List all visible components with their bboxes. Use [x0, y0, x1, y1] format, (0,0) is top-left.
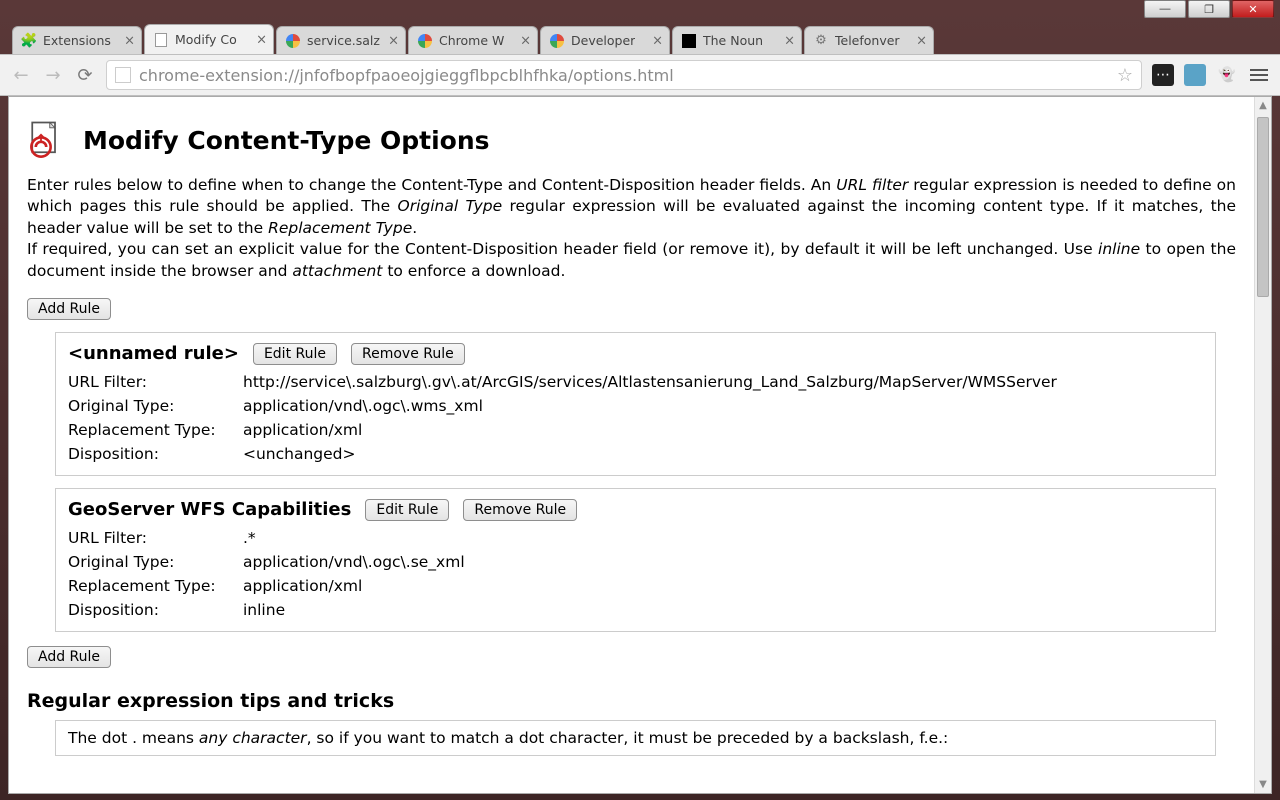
bookmark-star-icon[interactable]: ☆ [1117, 65, 1133, 86]
square-icon [681, 33, 697, 49]
address-bar[interactable]: chrome-extension://jnfofbopfpaoeojgieggf… [106, 60, 1142, 90]
extension-icon[interactable]: ⋯ [1152, 64, 1174, 86]
label-disposition: Disposition: [68, 601, 243, 619]
window-frame: — ❐ ✕ 🧩 Extensions × Modify Co × service… [0, 0, 1280, 800]
tips-box: The dot . means any character, so if you… [55, 720, 1216, 756]
rule-header: GeoServer WFS Capabilities Edit Rule Rem… [68, 499, 1203, 521]
vertical-scrollbar[interactable]: ▲ ▼ [1254, 97, 1271, 793]
value-disposition: inline [243, 601, 1203, 619]
rule-box: GeoServer WFS Capabilities Edit Rule Rem… [55, 488, 1216, 632]
back-button[interactable]: ← [10, 64, 32, 86]
rule-name: GeoServer WFS Capabilities [68, 499, 351, 520]
extension-logo-icon [27, 119, 69, 161]
page-viewport: ▲ ▼ Modify Content-Type Options [8, 96, 1272, 794]
browser-tab[interactable]: 🧩 Extensions × [12, 26, 142, 54]
tab-label: The Noun [703, 33, 763, 48]
browser-tab[interactable]: Developer × [540, 26, 670, 54]
globe-icon [285, 33, 301, 49]
scroll-thumb[interactable] [1257, 117, 1269, 297]
label-replacement-type: Replacement Type: [68, 421, 243, 439]
window-close-button[interactable]: ✕ [1232, 0, 1274, 18]
scroll-down-icon[interactable]: ▼ [1255, 776, 1271, 793]
titlebar: — ❐ ✕ [0, 0, 1280, 24]
rule-grid: URL Filter: http://service\.salzburg\.gv… [68, 373, 1203, 463]
label-replacement-type: Replacement Type: [68, 577, 243, 595]
close-icon[interactable]: × [520, 33, 531, 48]
tab-label: Telefonver [835, 33, 900, 48]
toolbar: ← → ⟳ chrome-extension://jnfofbopfpaoeoj… [0, 55, 1280, 95]
chrome-chrome: ← → ⟳ chrome-extension://jnfofbopfpaoeoj… [0, 54, 1280, 96]
tab-label: Modify Co [175, 32, 237, 47]
extension-icon[interactable] [1184, 64, 1206, 86]
close-icon[interactable]: × [784, 33, 795, 48]
document-icon [153, 32, 169, 48]
chrome-menu-button[interactable] [1248, 64, 1270, 86]
label-url-filter: URL Filter: [68, 373, 243, 391]
edit-rule-button[interactable]: Edit Rule [253, 343, 337, 365]
scroll-up-icon[interactable]: ▲ [1255, 97, 1271, 114]
rule-grid: URL Filter: .* Original Type: applicatio… [68, 529, 1203, 619]
reload-button[interactable]: ⟳ [74, 64, 96, 86]
page-content: Modify Content-Type Options Enter rules … [9, 97, 1254, 793]
page-header: Modify Content-Type Options [27, 119, 1236, 161]
close-icon[interactable]: × [256, 32, 267, 47]
add-rule-button[interactable]: Add Rule [27, 646, 111, 668]
tab-label: Developer [571, 33, 635, 48]
intro-text: Enter rules below to define when to chan… [27, 175, 1236, 282]
browser-tab-active[interactable]: Modify Co × [144, 24, 274, 54]
browser-tab[interactable]: ⚙ Telefonver × [804, 26, 934, 54]
tab-label: Chrome W [439, 33, 504, 48]
tab-label: service.salz [307, 33, 380, 48]
extension-icon[interactable]: 👻 [1216, 64, 1238, 86]
value-url-filter: http://service\.salzburg\.gv\.at/ArcGIS/… [243, 373, 1203, 391]
value-url-filter: .* [243, 529, 1203, 547]
close-icon[interactable]: × [916, 33, 927, 48]
close-icon[interactable]: × [124, 33, 135, 48]
globe-icon [549, 33, 565, 49]
label-url-filter: URL Filter: [68, 529, 243, 547]
menu-icon [1250, 69, 1268, 81]
rule-name: <unnamed rule> [68, 343, 239, 364]
remove-rule-button[interactable]: Remove Rule [351, 343, 465, 365]
rule-header: <unnamed rule> Edit Rule Remove Rule [68, 343, 1203, 365]
tab-label: Extensions [43, 33, 111, 48]
label-original-type: Original Type: [68, 553, 243, 571]
url-text: chrome-extension://jnfofbopfpaoeojgieggf… [139, 66, 674, 85]
window-minimize-button[interactable]: — [1144, 0, 1186, 18]
close-icon[interactable]: × [652, 33, 663, 48]
close-icon[interactable]: × [388, 33, 399, 48]
page-icon [115, 67, 131, 83]
value-disposition: <unchanged> [243, 445, 1203, 463]
page-title: Modify Content-Type Options [83, 126, 490, 155]
puzzle-icon: 🧩 [21, 33, 37, 49]
value-original-type: application/vnd\.ogc\.wms_xml [243, 397, 1203, 415]
tab-strip: 🧩 Extensions × Modify Co × service.salz … [0, 24, 1280, 54]
globe-icon [417, 33, 433, 49]
rule-box: <unnamed rule> Edit Rule Remove Rule URL… [55, 332, 1216, 476]
tips-title: Regular expression tips and tricks [27, 690, 1236, 712]
remove-rule-button[interactable]: Remove Rule [463, 499, 577, 521]
edit-rule-button[interactable]: Edit Rule [365, 499, 449, 521]
browser-tab[interactable]: service.salz × [276, 26, 406, 54]
label-disposition: Disposition: [68, 445, 243, 463]
value-original-type: application/vnd\.ogc\.se_xml [243, 553, 1203, 571]
forward-button[interactable]: → [42, 64, 64, 86]
label-original-type: Original Type: [68, 397, 243, 415]
value-replacement-type: application/xml [243, 577, 1203, 595]
window-maximize-button[interactable]: ❐ [1188, 0, 1230, 18]
gear-icon: ⚙ [813, 33, 829, 49]
browser-tab[interactable]: Chrome W × [408, 26, 538, 54]
browser-tab[interactable]: The Noun × [672, 26, 802, 54]
add-rule-button[interactable]: Add Rule [27, 298, 111, 320]
value-replacement-type: application/xml [243, 421, 1203, 439]
